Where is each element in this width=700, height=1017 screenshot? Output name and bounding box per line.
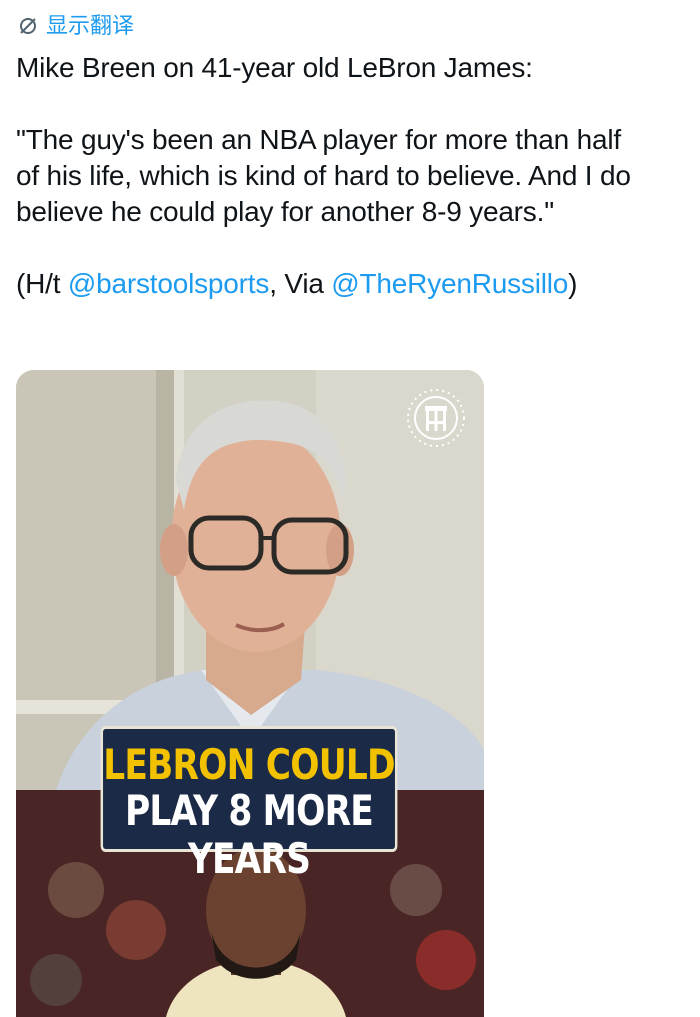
video-frame — [16, 370, 484, 1017]
headline-line-1: LEBRON COULD — [103, 740, 395, 789]
mention-theryenrussillo[interactable]: @TheRyenRussillo — [331, 268, 568, 299]
globe-slash-icon — [18, 16, 38, 36]
show-translation-label[interactable]: 显示翻译 — [46, 12, 134, 40]
video-media[interactable]: LEBRON COULD PLAY 8 MORE YEARS — [16, 370, 484, 1017]
tweet-headline: Mike Breen on 41-year old LeBron James: — [16, 52, 533, 83]
tweet-text: Mike Breen on 41-year old LeBron James: … — [16, 50, 686, 302]
quote-line-1: "The guy's been an NBA player for more t… — [16, 124, 621, 155]
credit-open: (H/t — [16, 268, 68, 299]
mention-barstoolsports[interactable]: @barstoolsports — [68, 268, 269, 299]
barstool-logo-icon — [406, 388, 466, 448]
credit-close: ) — [568, 268, 578, 299]
video-headline-banner: LEBRON COULD PLAY 8 MORE YEARS — [100, 726, 398, 883]
quote-line-3: believe he could play for another 8-9 ye… — [16, 196, 554, 227]
credit-mid: , Via — [269, 268, 332, 299]
credit-line: (H/t @barstoolsports, Via @TheRyenRussil… — [16, 266, 686, 302]
show-translation-button[interactable]: 显示翻译 — [18, 12, 134, 40]
headline-line-2: PLAY 8 MORE YEARS — [124, 786, 374, 883]
tweet: 显示翻译 Mike Breen on 41-year old LeBron Ja… — [0, 0, 700, 1017]
quote-line-2: of his life, which is kind of hard to be… — [16, 160, 631, 191]
